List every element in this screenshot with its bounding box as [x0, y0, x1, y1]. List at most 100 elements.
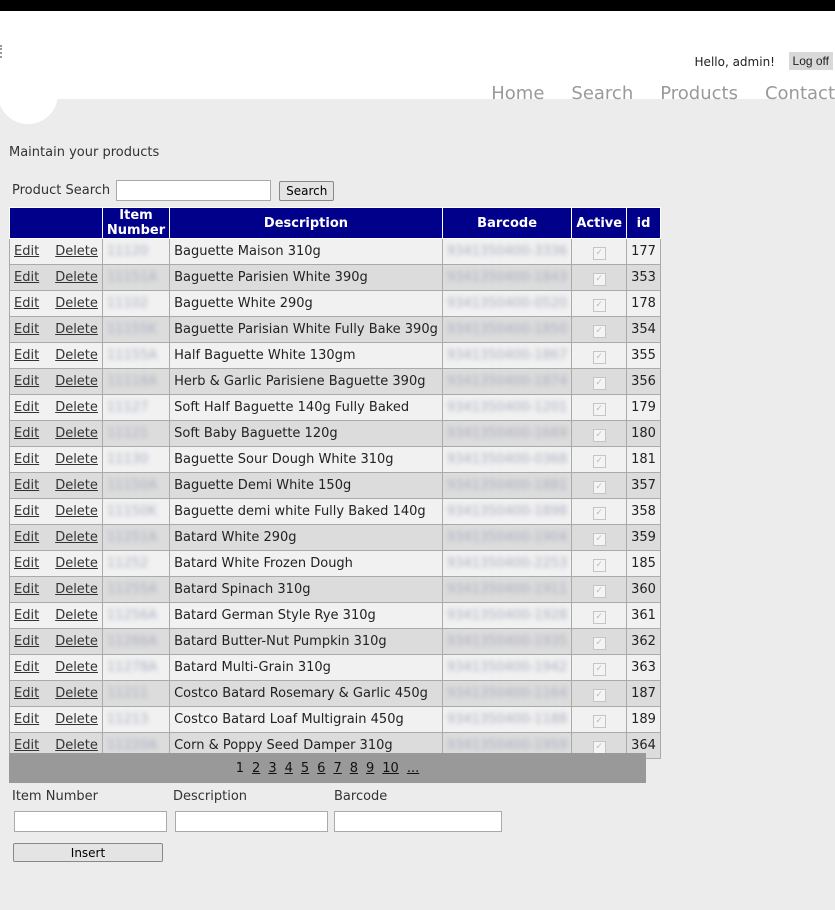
search-input[interactable]: [116, 180, 272, 201]
table-row: Edit Delete 11256A Batard German Style Rye …: [9, 602, 661, 629]
pager-link[interactable]: ...: [407, 761, 419, 776]
delete-link[interactable]: Delete: [55, 296, 98, 311]
delete-link[interactable]: Delete: [55, 478, 98, 493]
id-cell: 178: [626, 290, 661, 317]
delete-link[interactable]: Delete: [55, 400, 98, 415]
edit-link[interactable]: Edit: [14, 244, 39, 259]
insert-barcode-input[interactable]: [334, 811, 502, 832]
edit-link[interactable]: Edit: [14, 322, 39, 337]
edit-link[interactable]: Edit: [14, 556, 39, 571]
edit-link[interactable]: Edit: [14, 400, 39, 415]
edit-link[interactable]: Edit: [14, 374, 39, 389]
description-cell: Batard Multi-Grain 310g: [169, 654, 443, 681]
delete-link[interactable]: Delete: [55, 530, 98, 545]
id-cell: 177: [626, 238, 661, 265]
barcode-text: 9341350400-1201: [446, 400, 568, 415]
edit-link[interactable]: Edit: [14, 530, 39, 545]
edit-link[interactable]: Edit: [14, 348, 39, 363]
edit-link[interactable]: Edit: [14, 504, 39, 519]
pager-link[interactable]: 2: [252, 761, 260, 776]
delete-link[interactable]: Delete: [55, 348, 98, 363]
search-label: Product Search: [12, 183, 111, 198]
insert-item-label: Item Number: [12, 789, 98, 804]
delete-link[interactable]: Delete: [55, 660, 98, 675]
pager-link[interactable]: 3: [268, 761, 276, 776]
delete-link[interactable]: Delete: [55, 738, 98, 753]
delete-link[interactable]: Delete: [55, 504, 98, 519]
delete-link[interactable]: Delete: [55, 322, 98, 337]
delete-link[interactable]: Delete: [55, 582, 98, 597]
pager-link[interactable]: 10: [382, 761, 399, 776]
id-cell: 187: [626, 680, 661, 707]
insert-desc-label: Description: [173, 789, 248, 804]
barcode-text: 9341350400-3336: [446, 244, 568, 259]
delete-link[interactable]: Delete: [55, 556, 98, 571]
delete-link[interactable]: Delete: [55, 608, 98, 623]
delete-link[interactable]: Delete: [55, 374, 98, 389]
insert-desc-input[interactable]: [175, 811, 328, 832]
edit-link[interactable]: Edit: [14, 270, 39, 285]
active-cell: ✓: [571, 628, 628, 655]
edit-link[interactable]: Edit: [14, 478, 39, 493]
edit-link[interactable]: Edit: [14, 686, 39, 701]
page-intro: Maintain your products: [9, 145, 160, 160]
barcode-text: 9341350400-1881: [446, 478, 568, 493]
edit-link[interactable]: Edit: [14, 660, 39, 675]
barcode-cell: 9341350400-3336: [441, 238, 573, 265]
active-checkbox: ✓: [592, 350, 606, 364]
edit-link[interactable]: Edit: [14, 634, 39, 649]
id-cell: 359: [626, 524, 661, 551]
delete-link[interactable]: Delete: [55, 634, 98, 649]
table-row: Edit Delete 11127 Soft Half Baguette 140g F…: [9, 394, 661, 421]
delete-link[interactable]: Delete: [55, 712, 98, 727]
pager-link[interactable]: 6: [317, 761, 325, 776]
edit-link[interactable]: Edit: [14, 712, 39, 727]
active-cell: ✓: [571, 238, 628, 265]
pager-link[interactable]: 9: [366, 761, 374, 776]
table-row: Edit Delete 11255A Batard Spinach 310g 93413…: [9, 576, 661, 603]
pager-link[interactable]: 4: [285, 761, 293, 776]
active-checkbox: ✓: [592, 454, 606, 468]
description-cell: Half Baguette White 130gm: [169, 342, 443, 369]
item-number-cell: 11150A: [101, 472, 171, 499]
delete-link[interactable]: Delete: [55, 270, 98, 285]
edit-link[interactable]: Edit: [14, 296, 39, 311]
barcode-cell: 9341350400-1164: [441, 680, 573, 707]
delete-link[interactable]: Delete: [55, 426, 98, 441]
pager-link[interactable]: 7: [333, 761, 341, 776]
barcode-cell: 9341350400-1201: [441, 394, 573, 421]
edit-link[interactable]: Edit: [14, 452, 39, 467]
barcode-cell: 9341350400-1904: [441, 524, 573, 551]
active-checkbox: ✓: [592, 584, 606, 598]
logoff-button[interactable]: Log off: [788, 52, 833, 70]
pager-link[interactable]: 8: [350, 761, 358, 776]
insert-button[interactable]: Insert: [13, 843, 163, 862]
delete-link[interactable]: Delete: [55, 244, 98, 259]
search-button[interactable]: Search: [279, 180, 335, 201]
active-cell: ✓: [571, 550, 628, 577]
greeting-text: Hello, admin!: [694, 55, 775, 69]
id-cell: 179: [626, 394, 661, 421]
nav-products[interactable]: Products: [660, 83, 738, 104]
item-number-text: 11150A: [106, 478, 158, 493]
item-number-cell: 11266A: [101, 628, 171, 655]
table-row: Edit Delete 11151A Baguette Parisien White …: [9, 264, 661, 291]
delete-link[interactable]: Delete: [55, 686, 98, 701]
edit-link[interactable]: Edit: [14, 738, 39, 753]
nav-search[interactable]: Search: [571, 83, 633, 104]
col-item-number-header: Item Number: [101, 207, 171, 239]
logo-shape: [0, 60, 58, 124]
edit-link[interactable]: Edit: [14, 608, 39, 623]
barcode-text: 9341350400-1867: [446, 348, 568, 363]
nav-home[interactable]: Home: [491, 83, 544, 104]
barcode-cell: 9341350400-1188: [441, 706, 573, 733]
item-number-text: 11118A: [106, 374, 158, 389]
delete-link[interactable]: Delete: [55, 452, 98, 467]
main-nav: Home Search Products Contact: [491, 83, 835, 104]
nav-contact[interactable]: Contact: [765, 83, 835, 104]
description-cell: Baguette Demi White 150g: [169, 472, 443, 499]
insert-item-input[interactable]: [14, 811, 167, 832]
edit-link[interactable]: Edit: [14, 582, 39, 597]
pager-link[interactable]: 5: [301, 761, 309, 776]
edit-link[interactable]: Edit: [14, 426, 39, 441]
